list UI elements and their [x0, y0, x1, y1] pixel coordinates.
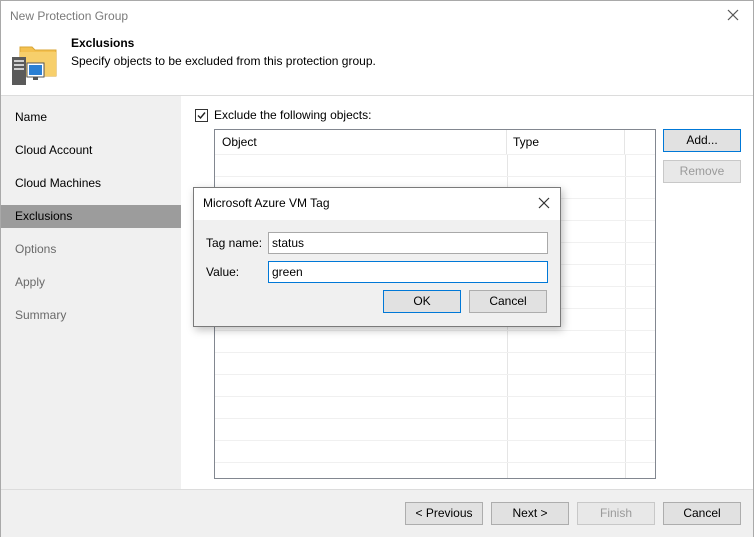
- previous-button[interactable]: < Previous: [405, 502, 483, 525]
- value-label: Value:: [206, 265, 240, 279]
- table-row: [215, 396, 655, 418]
- dialog-title: Microsoft Azure VM Tag: [203, 196, 330, 210]
- sidebar-item-summary[interactable]: Summary: [1, 304, 181, 327]
- sidebar-item-exclusions[interactable]: Exclusions: [1, 205, 181, 228]
- wizard-steps-sidebar: Name Cloud Account Cloud Machines Exclus…: [1, 96, 181, 489]
- tag-name-input[interactable]: [268, 232, 548, 254]
- table-row: [215, 374, 655, 396]
- sidebar-item-cloud-account[interactable]: Cloud Account: [1, 139, 181, 162]
- exclude-checkbox-row[interactable]: Exclude the following objects:: [195, 107, 371, 123]
- exclude-checkbox-label: Exclude the following objects:: [214, 108, 372, 122]
- value-input[interactable]: [268, 261, 548, 283]
- remove-button[interactable]: Remove: [663, 160, 741, 183]
- title-bar: New Protection Group: [1, 1, 753, 31]
- wizard-header: Exclusions Specify objects to be exclude…: [1, 31, 753, 95]
- table-row: [215, 418, 655, 440]
- sidebar-item-options[interactable]: Options: [1, 238, 181, 261]
- add-button[interactable]: Add...: [663, 129, 741, 152]
- dialog-body: Tag name: Value: OK Cancel: [194, 220, 560, 326]
- table-row: [215, 330, 655, 352]
- tag-name-label: Tag name:: [206, 236, 263, 250]
- wizard-window: New Protection Group Exclusions Specify …: [0, 0, 754, 537]
- close-icon[interactable]: [725, 7, 741, 23]
- dialog-cancel-button[interactable]: Cancel: [469, 290, 547, 313]
- sidebar-item-apply[interactable]: Apply: [1, 271, 181, 294]
- table-header: Object Type: [215, 130, 655, 154]
- table-row: [215, 154, 655, 176]
- sidebar-item-cloud-machines[interactable]: Cloud Machines: [1, 172, 181, 195]
- column-header-object[interactable]: Object: [215, 130, 507, 154]
- table-row: [215, 462, 655, 478]
- cancel-button[interactable]: Cancel: [663, 502, 741, 525]
- sidebar-item-name[interactable]: Name: [1, 106, 181, 129]
- next-button[interactable]: Next >: [491, 502, 569, 525]
- page-subtitle: Specify objects to be excluded from this…: [71, 54, 376, 68]
- table-row: [215, 352, 655, 374]
- checkmark-icon: [197, 111, 206, 119]
- column-header-type[interactable]: Type: [507, 130, 625, 154]
- table-row: [215, 440, 655, 462]
- dialog-close-icon[interactable]: [537, 196, 551, 210]
- page-title: Exclusions: [71, 36, 135, 50]
- azure-vm-tag-dialog: Microsoft Azure VM Tag Tag name: Value: …: [193, 187, 561, 327]
- window-title: New Protection Group: [10, 9, 129, 23]
- ok-button[interactable]: OK: [383, 290, 461, 313]
- exclude-checkbox[interactable]: [195, 108, 208, 122]
- finish-button[interactable]: Finish: [577, 502, 655, 525]
- folder-server-icon: [12, 46, 57, 85]
